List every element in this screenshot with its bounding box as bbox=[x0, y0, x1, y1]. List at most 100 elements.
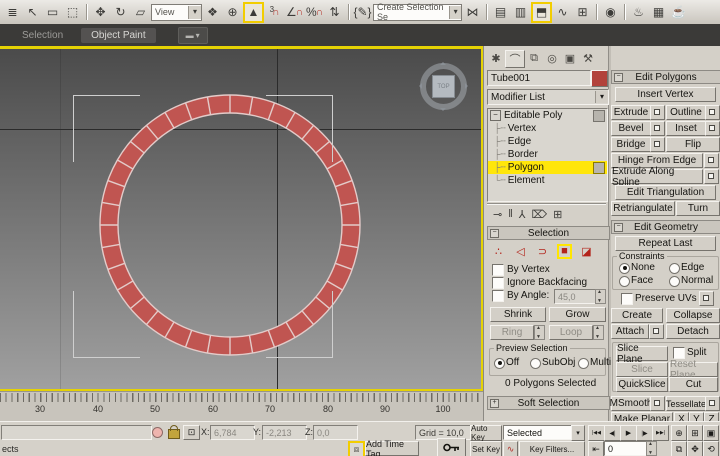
detach-button[interactable]: Detach bbox=[666, 324, 720, 339]
extrude-settings-icon[interactable] bbox=[650, 105, 665, 120]
default-tangent-icon[interactable]: ∿ bbox=[503, 441, 518, 456]
insert-vertex-button[interactable]: Insert Vertex bbox=[615, 87, 716, 102]
collapse-icon[interactable]: − bbox=[614, 73, 623, 82]
select-object-icon[interactable]: ↖ bbox=[23, 3, 42, 22]
percent-snap-icon[interactable]: %∩ bbox=[305, 3, 324, 22]
spinner-snap-icon[interactable]: ⇅ bbox=[325, 3, 344, 22]
zoom-all-icon[interactable]: ⊞ bbox=[687, 425, 703, 441]
edit-triangulation-button[interactable]: Edit Triangulation bbox=[615, 185, 716, 200]
soft-selection-rollout-header[interactable]: + Soft Selection bbox=[487, 396, 610, 410]
status-line-field[interactable] bbox=[1, 425, 152, 440]
tessellate-button[interactable]: Tessellate bbox=[666, 396, 706, 411]
bevel-settings-icon[interactable] bbox=[650, 121, 665, 136]
constraint-edge-radio[interactable] bbox=[669, 263, 680, 274]
collapse-tree-icon[interactable]: − bbox=[490, 110, 501, 121]
curve-editor-icon[interactable]: ∿ bbox=[553, 3, 572, 22]
expand-icon[interactable]: + bbox=[490, 399, 499, 408]
object-color-swatch[interactable] bbox=[591, 70, 608, 87]
make-planar-y-button[interactable]: Y bbox=[689, 412, 704, 421]
schematic-view-icon[interactable]: ⊞ bbox=[573, 3, 592, 22]
zoom-extents-icon[interactable]: ▣ bbox=[703, 425, 719, 441]
tab-utilities-icon[interactable]: ⚒ bbox=[579, 50, 597, 66]
viewcube-east-arrow[interactable] bbox=[465, 83, 471, 89]
material-editor-icon[interactable]: ◉ bbox=[601, 3, 620, 22]
element-subobject-icon[interactable]: ◪ bbox=[579, 244, 594, 259]
track-bar[interactable]: 30 40 50 60 70 80 90 100 bbox=[0, 391, 483, 423]
chevron-down-icon[interactable]: ▾ bbox=[449, 6, 461, 19]
selection-set-dropdown[interactable]: Selected bbox=[503, 425, 579, 440]
selection-lock-icon[interactable] bbox=[168, 429, 180, 439]
select-and-manipulate-icon[interactable]: ▲ bbox=[243, 2, 264, 23]
collapse-icon[interactable]: − bbox=[614, 223, 623, 232]
stack-row-edge[interactable]: Edge bbox=[488, 135, 607, 148]
create-button[interactable]: Create bbox=[611, 308, 663, 323]
stack-row-vertex[interactable]: Vertex bbox=[488, 122, 607, 135]
ribbon-tab-object-paint[interactable]: Object Paint bbox=[81, 28, 155, 43]
configure-modifier-sets-icon[interactable]: ⊞ bbox=[553, 208, 562, 221]
show-end-result-icon[interactable]: ‖ bbox=[508, 208, 513, 220]
loop-button[interactable]: Loop bbox=[549, 325, 593, 340]
snaps-toggle-icon[interactable]: 3∩ bbox=[265, 3, 284, 22]
tab-motion-icon[interactable]: ◎ bbox=[543, 50, 561, 66]
viewcube-west-arrow[interactable] bbox=[416, 83, 422, 89]
stack-onoff-toggle[interactable] bbox=[593, 162, 605, 174]
bevel-button[interactable]: Bevel bbox=[611, 121, 651, 136]
toggle-layer-explorer-icon[interactable]: ⬒ bbox=[531, 2, 552, 23]
pan-zoom-icon[interactable]: ⧉ bbox=[671, 441, 687, 456]
angle-snap-icon[interactable]: ∠∩ bbox=[285, 3, 304, 22]
make-planar-button[interactable]: Make Planar bbox=[611, 412, 673, 421]
preview-subobj-radio[interactable] bbox=[530, 358, 541, 369]
retriangulate-button[interactable]: Retriangulate bbox=[611, 201, 675, 216]
viewcube[interactable]: TOP bbox=[420, 63, 467, 110]
top-viewport[interactable]: TOP bbox=[0, 49, 481, 389]
tab-modify-icon[interactable]: ⌒ bbox=[505, 50, 525, 68]
grow-button[interactable]: Grow bbox=[549, 307, 606, 322]
extrude-along-spline-button[interactable]: Extrude Along Spline bbox=[611, 169, 703, 184]
reset-plane-button[interactable]: Reset Plane bbox=[669, 362, 718, 377]
edit-polygons-header[interactable]: − Edit Polygons bbox=[611, 70, 720, 84]
zoom-icon[interactable]: ⊕ bbox=[671, 425, 687, 441]
preserve-uvs-settings-icon[interactable] bbox=[699, 291, 714, 306]
slice-plane-button[interactable]: Slice Plane bbox=[616, 346, 668, 361]
go-to-start-button[interactable]: |◀◀ bbox=[588, 425, 605, 441]
manage-layers-icon[interactable]: ▥ bbox=[511, 3, 530, 22]
add-time-tag-button[interactable]: Add Time Tag bbox=[365, 441, 419, 456]
auto-key-button[interactable]: Auto Key bbox=[470, 425, 502, 441]
preview-off-radio[interactable] bbox=[494, 358, 505, 369]
outline-button[interactable]: Outline bbox=[666, 105, 706, 120]
remove-modifier-icon[interactable]: ⌦ bbox=[532, 208, 548, 221]
key-mode-toggle-icon[interactable]: ⇤ bbox=[588, 441, 604, 456]
cut-button[interactable]: Cut bbox=[669, 377, 718, 392]
tab-create-icon[interactable]: ✱ bbox=[487, 50, 505, 66]
rectangular-selection-region-icon[interactable]: ▭ bbox=[43, 3, 62, 22]
edge-subobject-icon[interactable]: ◁ bbox=[513, 244, 528, 259]
stack-row-border[interactable]: Border bbox=[488, 148, 607, 161]
chevron-down-icon[interactable]: ▾ bbox=[571, 425, 585, 441]
by-vertex-checkbox[interactable] bbox=[492, 264, 504, 276]
tab-hierarchy-icon[interactable]: ⧉ bbox=[525, 50, 543, 66]
vertex-subobject-icon[interactable]: ∴ bbox=[491, 244, 506, 259]
by-angle-checkbox[interactable] bbox=[492, 290, 504, 302]
extrude-along-spline-settings-icon[interactable] bbox=[704, 169, 719, 184]
make-unique-icon[interactable]: ⅄ bbox=[519, 208, 526, 221]
outline-settings-icon[interactable] bbox=[705, 105, 720, 120]
repeat-last-button[interactable]: Repeat Last bbox=[615, 236, 716, 251]
collapse-icon[interactable]: − bbox=[490, 229, 499, 238]
constraint-face-radio[interactable] bbox=[619, 276, 630, 287]
by-angle-spinner[interactable] bbox=[595, 289, 606, 304]
msmooth-settings-icon[interactable] bbox=[650, 396, 665, 411]
polygon-subobject-icon[interactable]: ■ bbox=[557, 244, 572, 259]
bridge-settings-icon[interactable] bbox=[650, 137, 665, 152]
viewcube-north-arrow[interactable] bbox=[440, 59, 446, 65]
selection-rollout-header[interactable]: − Selection bbox=[487, 226, 610, 240]
turn-button[interactable]: Turn bbox=[676, 201, 720, 216]
ribbon-minimize-button[interactable]: ▬ ▾ bbox=[178, 27, 208, 44]
pin-stack-icon[interactable]: ⊸ bbox=[493, 208, 502, 221]
play-button[interactable]: ▶ bbox=[620, 425, 637, 441]
next-frame-button[interactable]: |▶ bbox=[636, 425, 653, 441]
object-name-field[interactable]: Tube001 bbox=[487, 70, 591, 86]
use-center-icon[interactable]: ⊕ bbox=[223, 3, 242, 22]
time-tag-icon[interactable]: ⧈ bbox=[348, 441, 365, 456]
edit-named-selection-sets-icon[interactable]: {✎} bbox=[353, 3, 372, 22]
stack-row-editable-poly[interactable]: − Editable Poly bbox=[488, 109, 607, 122]
